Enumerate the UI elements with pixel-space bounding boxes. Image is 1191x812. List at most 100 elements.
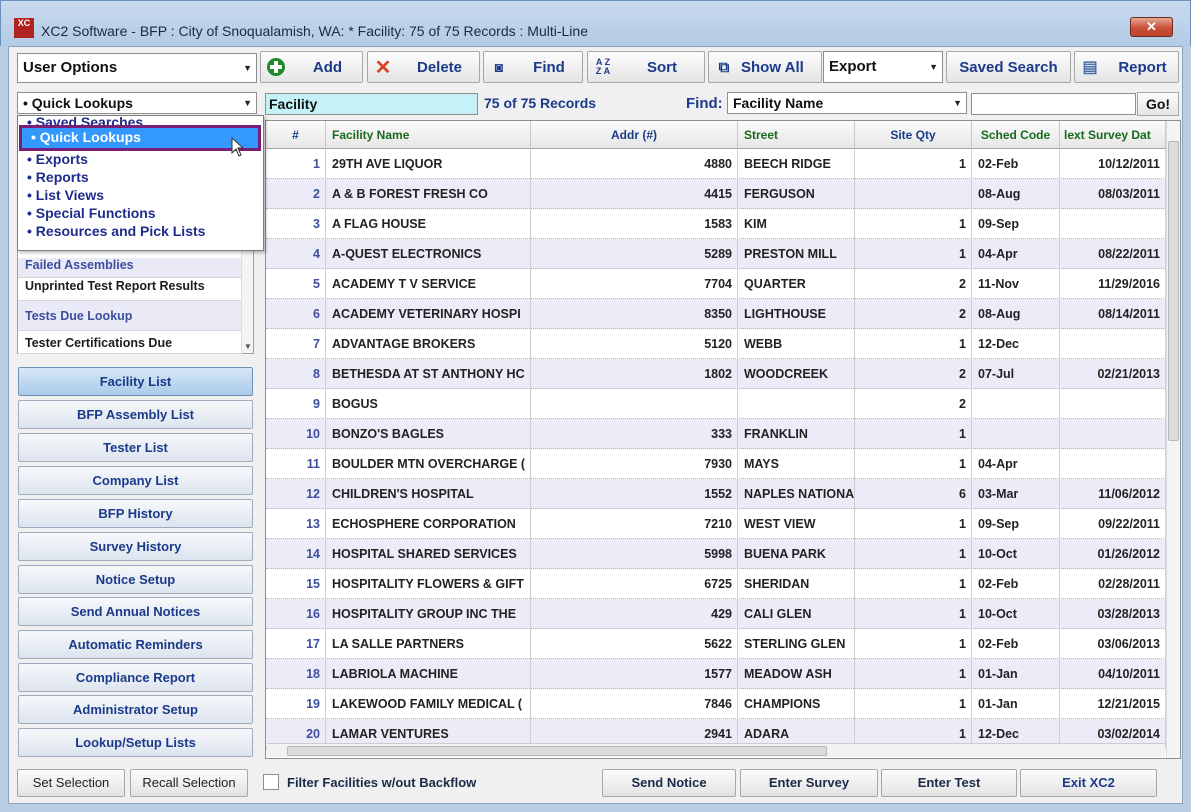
row-number[interactable]: 15	[266, 569, 326, 599]
go-button[interactable]: Go!	[1137, 92, 1179, 116]
next-survey-date-cell[interactable]	[1060, 389, 1166, 419]
dropdown-item-resources[interactable]: • Resources and Pick Lists	[18, 222, 263, 240]
table-row[interactable]: 1 29TH AVE LIQUOR 4880 BEECH RIDGE 1 02-Feb 10…	[266, 149, 1166, 179]
site-qty-cell[interactable]: 2	[855, 389, 972, 419]
street-cell[interactable]: WEBB	[738, 329, 855, 359]
next-survey-date-cell[interactable]	[1060, 449, 1166, 479]
dropdown-item-reports[interactable]: • Reports	[18, 168, 263, 186]
street-cell[interactable]: MAYS	[738, 449, 855, 479]
facility-name-cell[interactable]: A-QUEST ELECTRONICS	[326, 239, 531, 269]
table-row[interactable]: 7 ADVANTAGE BROKERS 5120 WEBB 1 12-Dec	[266, 329, 1166, 359]
sched-code-cell[interactable]: 04-Apr	[972, 449, 1060, 479]
facility-name-cell[interactable]: ACADEMY VETERINARY HOSPI	[326, 299, 531, 329]
dropdown-item-exports[interactable]: • Exports	[18, 150, 263, 168]
facility-name-cell[interactable]: BONZO'S BAGLES	[326, 419, 531, 449]
report-button[interactable]: ▤ Report	[1074, 51, 1179, 83]
site-qty-cell[interactable]: 1	[855, 689, 972, 719]
site-qty-cell[interactable]: 1	[855, 629, 972, 659]
sched-code-cell[interactable]: 01-Jan	[972, 689, 1060, 719]
nav-lookup-setup-lists[interactable]: Lookup/Setup Lists	[18, 728, 253, 757]
street-cell[interactable]: LIGHTHOUSE	[738, 299, 855, 329]
sched-code-cell[interactable]: 08-Aug	[972, 299, 1060, 329]
table-row[interactable]: 2A & B FOREST FRESH CO 4415 FERGUSON 08-Aug…	[266, 179, 1166, 209]
facility-name-cell[interactable]: CHILDREN'S HOSPITAL	[326, 479, 531, 509]
table-row[interactable]: 19 LAKEWOOD FAMILY MEDICAL (7846 CHAMPIONS…	[266, 689, 1166, 719]
table-row[interactable]: 15 HOSPITALITY FLOWERS & GIFT 6725 SHERIDAN…	[266, 569, 1166, 599]
row-number[interactable]: 13	[266, 509, 326, 539]
facility-name-cell[interactable]: HOSPITALITY FLOWERS & GIFT	[326, 569, 531, 599]
nav-facility-list[interactable]: Facility List	[18, 367, 253, 396]
table-row[interactable]: 16 HOSPITALITY GROUP INC THE 429 CALI GLEN 1…	[266, 599, 1166, 629]
street-cell[interactable]: QUARTER	[738, 269, 855, 299]
row-number[interactable]: 11	[266, 449, 326, 479]
table-row[interactable]: 4 A-QUEST ELECTRONICS 5289 PRESTON MILL 1 04-…	[266, 239, 1166, 269]
table-row[interactable]: 13 ECHOSPHERE CORPORATION 7210 WEST VIEW 1 09…	[266, 509, 1166, 539]
enter-test-button[interactable]: Enter Test	[881, 769, 1017, 797]
site-qty-cell[interactable]: 2	[855, 359, 972, 389]
sched-code-cell[interactable]: 09-Sep	[972, 509, 1060, 539]
next-survey-date-cell[interactable]	[1060, 419, 1166, 449]
nav-notice-setup[interactable]: Notice Setup	[18, 565, 253, 594]
next-survey-date-cell[interactable]: 03/06/2013	[1060, 629, 1166, 659]
row-number[interactable]: 16	[266, 599, 326, 629]
address-number-cell[interactable]: 1552	[531, 479, 738, 509]
nav-survey-history[interactable]: Survey History	[18, 532, 253, 561]
street-cell[interactable]: NAPLES NATIONA	[738, 479, 855, 509]
saved-search-button[interactable]: Saved Search	[946, 51, 1071, 83]
row-number[interactable]: 18	[266, 659, 326, 689]
sched-code-cell[interactable]: 10-Oct	[972, 599, 1060, 629]
nav-compliance-report[interactable]: Compliance Report	[18, 663, 253, 692]
next-survey-date-cell[interactable]: 03/28/2013	[1060, 599, 1166, 629]
street-cell[interactable]: SHERIDAN	[738, 569, 855, 599]
sched-code-cell[interactable]: 02-Feb	[972, 629, 1060, 659]
delete-button[interactable]: ✕ Delete	[367, 51, 480, 83]
facility-name-cell[interactable]: LAKEWOOD FAMILY MEDICAL (	[326, 689, 531, 719]
facility-name-cell[interactable]: BOULDER MTN OVERCHARGE (	[326, 449, 531, 479]
row-number[interactable]: 17	[266, 629, 326, 659]
site-qty-cell[interactable]: 1	[855, 539, 972, 569]
nav-company-list[interactable]: Company List	[18, 466, 253, 495]
grid-vertical-scrollbar[interactable]	[1166, 121, 1180, 758]
nav-send-annual-notices[interactable]: Send Annual Notices	[18, 597, 253, 626]
address-number-cell[interactable]: 7704	[531, 269, 738, 299]
address-number-cell[interactable]: 1577	[531, 659, 738, 689]
next-survey-date-cell[interactable]: 11/06/2012	[1060, 479, 1166, 509]
table-row[interactable]: 17 LA SALLE PARTNERS 5622 STERLING GLEN 1 02-…	[266, 629, 1166, 659]
column-header[interactable]: Facility Name	[326, 121, 531, 149]
sched-code-cell[interactable]: 04-Apr	[972, 239, 1060, 269]
address-number-cell[interactable]: 1583	[531, 209, 738, 239]
facility-name-cell[interactable]: ADVANTAGE BROKERS	[326, 329, 531, 359]
user-options-combo[interactable]: User Options ▼	[17, 53, 257, 83]
next-survey-date-cell[interactable]: 04/10/2011	[1060, 659, 1166, 689]
table-row[interactable]: 11 BOULDER MTN OVERCHARGE (7930 MAYS 1 04-Ap…	[266, 449, 1166, 479]
list-item[interactable]: Unprinted Test Report Results	[18, 271, 242, 301]
site-qty-cell[interactable]: 1	[855, 659, 972, 689]
filter-checkbox[interactable]	[263, 774, 279, 790]
sched-code-cell[interactable]	[972, 389, 1060, 419]
show-all-button[interactable]: ⧉ Show All	[708, 51, 822, 83]
address-number-cell[interactable]: 7210	[531, 509, 738, 539]
table-row[interactable]: 14 HOSPITAL SHARED SERVICES 5998 BUENA PARK…	[266, 539, 1166, 569]
next-survey-date-cell[interactable]: 11/29/2016	[1060, 269, 1166, 299]
address-number-cell[interactable]: 4415	[531, 179, 738, 209]
address-number-cell[interactable]: 333	[531, 419, 738, 449]
send-notice-button[interactable]: Send Notice	[602, 769, 736, 797]
sched-code-cell[interactable]: 09-Sep	[972, 209, 1060, 239]
sched-code-cell[interactable]: 02-Feb	[972, 149, 1060, 179]
address-number-cell[interactable]: 6725	[531, 569, 738, 599]
street-cell[interactable]: STERLING GLEN	[738, 629, 855, 659]
street-cell[interactable]: MEADOW ASH	[738, 659, 855, 689]
dropdown-item-special-functions[interactable]: • Special Functions	[18, 204, 263, 222]
site-qty-cell[interactable]: 1	[855, 419, 972, 449]
site-qty-cell[interactable]	[855, 179, 972, 209]
facility-name-cell[interactable]: A FLAG HOUSE	[326, 209, 531, 239]
sched-code-cell[interactable]: 02-Feb	[972, 569, 1060, 599]
address-number-cell[interactable]: 7930	[531, 449, 738, 479]
site-qty-cell[interactable]: 1	[855, 239, 972, 269]
table-row[interactable]: 10 BONZO'S BAGLES 333 FRANKLIN 1	[266, 419, 1166, 449]
row-number[interactable]: 3	[266, 209, 326, 239]
address-number-cell[interactable]: 5622	[531, 629, 738, 659]
list-item[interactable]: Tester Certifications Due	[18, 331, 242, 354]
next-survey-date-cell[interactable]: 02/28/2011	[1060, 569, 1166, 599]
row-number[interactable]: 4	[266, 239, 326, 269]
